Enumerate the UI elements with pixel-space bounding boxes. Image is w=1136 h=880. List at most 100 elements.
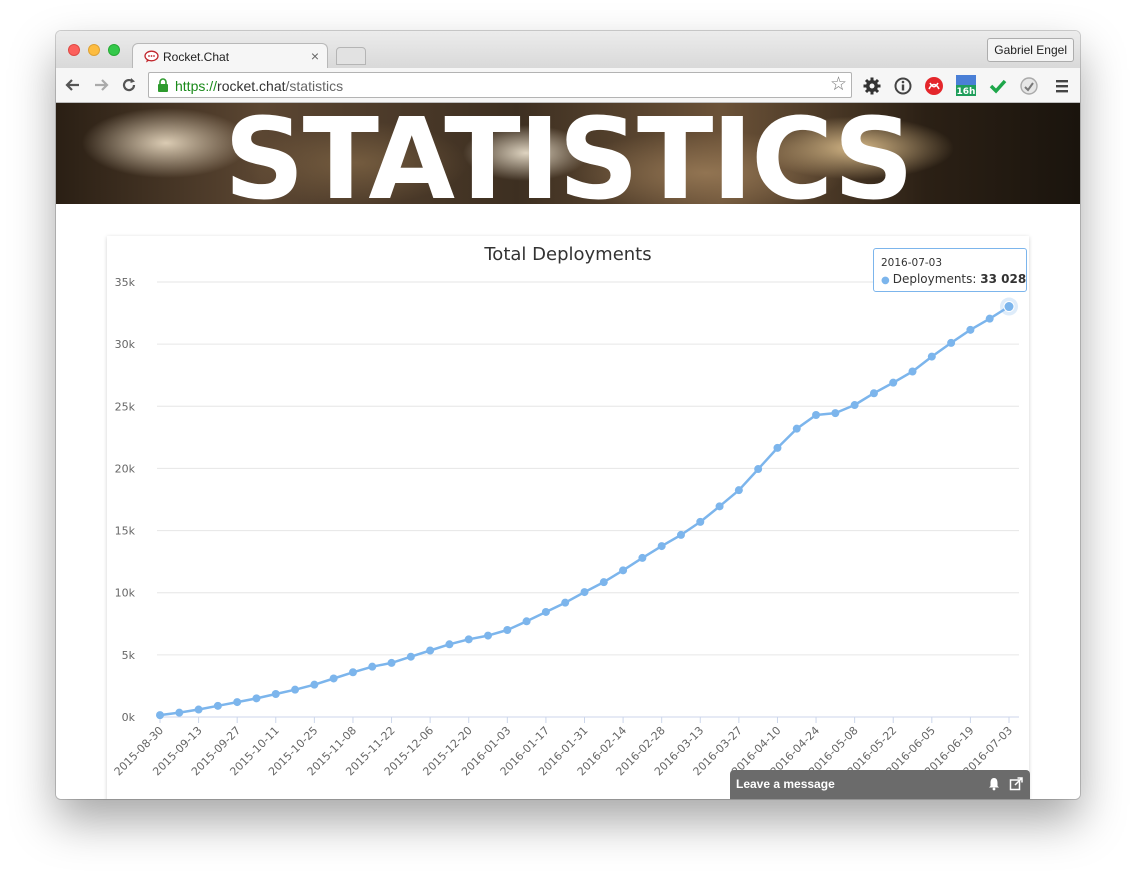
gear-icon[interactable] <box>862 76 882 96</box>
data-point[interactable] <box>676 530 685 539</box>
data-point[interactable] <box>889 378 898 387</box>
chart-title: Total Deployments <box>483 244 651 265</box>
data-point[interactable] <box>754 465 763 474</box>
lock-icon <box>158 78 168 92</box>
data-point[interactable] <box>329 674 338 683</box>
data-point[interactable] <box>484 631 493 640</box>
calendar-icon[interactable]: 16h <box>955 73 977 97</box>
calendar-badge: 16h <box>957 87 976 97</box>
y-tick-label: 25k <box>115 400 136 413</box>
data-point[interactable] <box>638 553 647 562</box>
browser-toolbar: https://rocket.chat/statistics ☆ 16h <box>56 68 1080 103</box>
livechat-widget[interactable]: Leave a message <box>730 770 1030 799</box>
series-line <box>159 305 1010 717</box>
data-point[interactable] <box>464 635 473 644</box>
info-icon[interactable] <box>893 76 913 96</box>
livechat-label: Leave a message <box>736 777 835 791</box>
acrobat-icon[interactable] <box>924 76 944 96</box>
data-point[interactable] <box>947 338 956 347</box>
data-point[interactable] <box>927 352 936 361</box>
data-point[interactable] <box>696 517 705 526</box>
browser-window: Rocket.Chat × Gabriel Engel https://rock… <box>56 31 1080 799</box>
data-point[interactable] <box>503 626 512 634</box>
tooltip-value-line: ● Deployments: 33 028 <box>881 272 1026 286</box>
y-tick-label: 15k <box>115 525 136 538</box>
data-point[interactable] <box>387 658 396 667</box>
data-point[interactable] <box>310 680 319 689</box>
gauge-icon[interactable] <box>1019 76 1039 96</box>
data-point[interactable] <box>252 694 261 703</box>
back-arrow-icon[interactable] <box>63 75 83 95</box>
forward-arrow-icon[interactable] <box>91 75 111 95</box>
close-window-button[interactable] <box>68 44 80 56</box>
data-point[interactable] <box>869 389 878 398</box>
tooltip-value: 33 028 <box>980 272 1027 286</box>
data-point[interactable] <box>348 668 357 677</box>
reload-icon[interactable] <box>119 75 139 95</box>
series-deployments <box>156 297 1018 720</box>
data-point[interactable] <box>541 607 550 616</box>
data-point[interactable] <box>156 711 164 720</box>
data-point[interactable] <box>368 662 377 671</box>
y-axis: 0k 5k 10k 15k 20k 25k 30k 35k <box>115 276 136 724</box>
data-point[interactable] <box>715 502 724 511</box>
new-tab-button[interactable] <box>336 47 366 65</box>
data-point[interactable] <box>619 566 628 575</box>
title-bar: Rocket.Chat × Gabriel Engel <box>56 31 1080 70</box>
data-point[interactable] <box>599 578 608 587</box>
data-point[interactable] <box>985 314 994 323</box>
data-point[interactable] <box>522 617 531 626</box>
data-point[interactable] <box>561 598 570 607</box>
data-point[interactable] <box>580 588 589 597</box>
data-point[interactable] <box>831 409 840 418</box>
data-point[interactable] <box>233 698 242 707</box>
url-path: /statistics <box>285 78 344 94</box>
data-point[interactable] <box>1003 301 1015 313</box>
data-point[interactable] <box>734 486 743 495</box>
data-point[interactable] <box>194 705 203 714</box>
url-text: https://rocket.chat/statistics <box>175 78 343 94</box>
data-point[interactable] <box>773 443 782 452</box>
tab-close-icon[interactable]: × <box>311 48 319 64</box>
tooltip-dot-icon: ● <box>881 275 890 286</box>
data-point[interactable] <box>426 646 435 655</box>
y-tick-label: 0k <box>122 711 136 724</box>
data-point[interactable] <box>792 424 801 433</box>
data-point[interactable] <box>291 685 300 694</box>
minimize-window-button[interactable] <box>88 44 100 56</box>
data-point[interactable] <box>966 325 975 334</box>
data-point[interactable] <box>445 640 454 649</box>
tooltip-date: 2016-07-03 <box>881 257 943 269</box>
address-bar[interactable]: https://rocket.chat/statistics ☆ <box>148 72 852 98</box>
tooltip-label: Deployments: <box>892 272 981 286</box>
url-host: rocket.chat <box>217 78 286 94</box>
data-point[interactable] <box>175 708 184 717</box>
data-point[interactable] <box>213 701 222 710</box>
popout-icon[interactable] <box>1009 777 1023 791</box>
chart-tooltip: 2016-07-03 ● Deployments: 33 028 <box>873 248 1027 292</box>
checkmark-icon[interactable] <box>988 76 1008 96</box>
page-content: Total Deployments 0k 5k 10k 15k 20k 25k 30k 35k… <box>56 204 1080 799</box>
bookmark-star-icon[interactable]: ☆ <box>830 74 847 96</box>
chart-grid <box>157 281 1019 718</box>
data-point[interactable] <box>850 401 859 410</box>
zoom-window-button[interactable] <box>108 44 120 56</box>
data-point[interactable] <box>908 367 917 376</box>
deployments-chart: Total Deployments 0k 5k 10k 15k 20k 25k 30k 35k… <box>112 244 1019 778</box>
statistics-banner: STATISTICS <box>56 103 1080 204</box>
data-point[interactable] <box>812 410 821 419</box>
data-point[interactable] <box>406 652 415 661</box>
profile-button[interactable]: Gabriel Engel <box>987 38 1074 62</box>
chart-card: Total Deployments 0k 5k 10k 15k 20k 25k 30k 35k… <box>107 236 1029 799</box>
y-tick-label: 5k <box>122 649 136 662</box>
data-point[interactable] <box>657 542 666 551</box>
data-point[interactable] <box>271 690 280 699</box>
url-scheme: https:// <box>175 78 218 94</box>
bell-icon[interactable] <box>987 777 1001 791</box>
browser-tab[interactable]: Rocket.Chat × <box>132 43 328 70</box>
menu-icon[interactable] <box>1052 76 1072 96</box>
rocketchat-favicon-icon <box>144 50 159 63</box>
tab-title: Rocket.Chat <box>163 50 230 64</box>
y-tick-label: 10k <box>115 587 136 600</box>
y-tick-label: 35k <box>115 276 136 289</box>
